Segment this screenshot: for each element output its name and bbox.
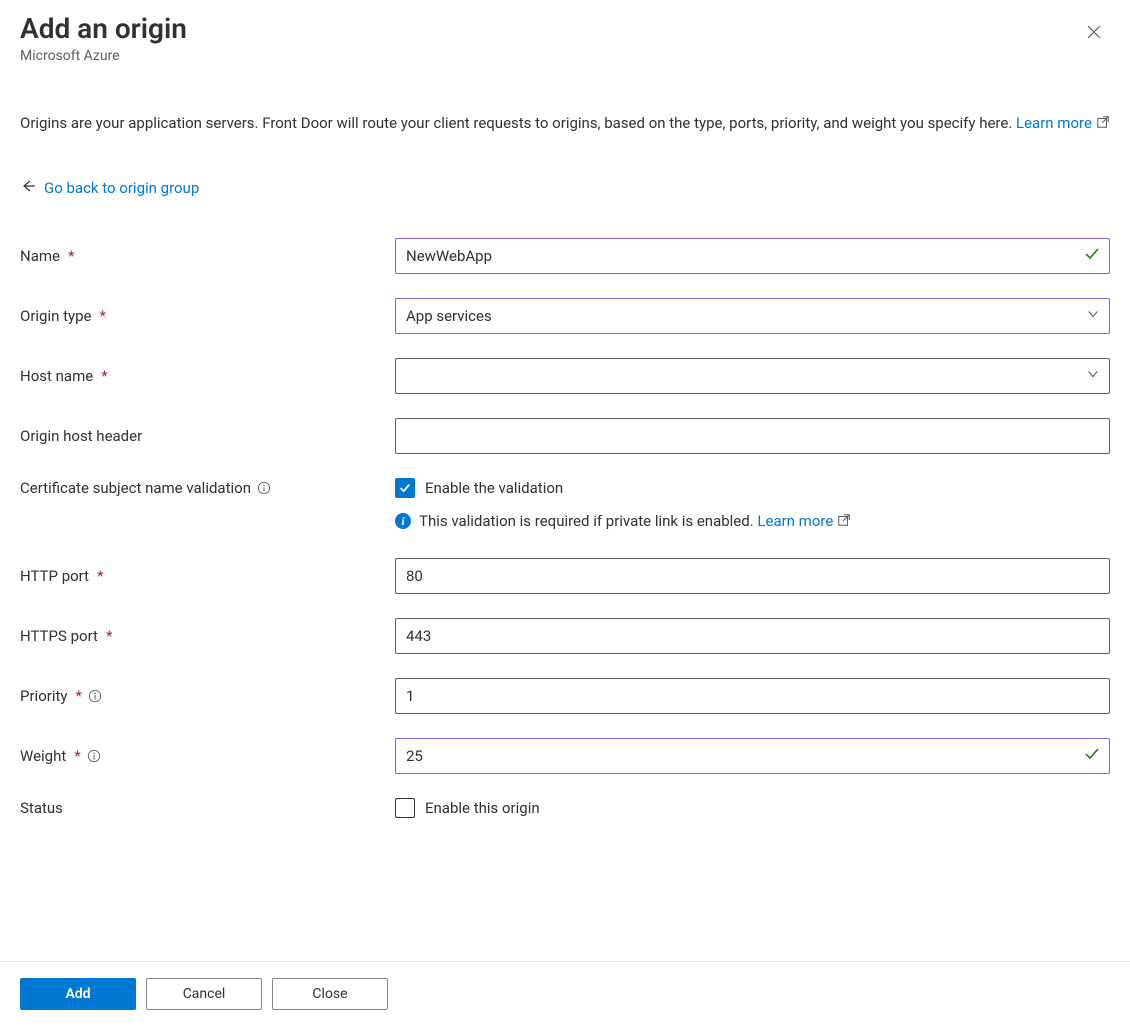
panel-footer: Add Cancel Close bbox=[0, 961, 1130, 1026]
close-icon bbox=[1086, 24, 1102, 40]
required-indicator: * bbox=[97, 567, 103, 585]
label-name: Name bbox=[20, 247, 60, 265]
row-name: Name * bbox=[20, 238, 1110, 274]
https-port-input[interactable] bbox=[395, 618, 1110, 654]
label-http-port: HTTP port bbox=[20, 567, 89, 585]
external-link-icon bbox=[1096, 113, 1110, 127]
label-priority: Priority bbox=[20, 687, 67, 705]
label-weight: Weight bbox=[20, 747, 66, 765]
http-port-input[interactable] bbox=[395, 558, 1110, 594]
weight-input[interactable] bbox=[395, 738, 1110, 774]
origin-form: Name* Origin type* Host na bbox=[20, 238, 1110, 818]
origin-host-header-input[interactable] bbox=[395, 418, 1110, 454]
panel-subtitle: Microsoft Azure bbox=[20, 48, 187, 64]
cert-validation-checkbox-label: Enable the validation bbox=[425, 479, 563, 497]
row-origin-type: Origin type * bbox=[20, 298, 1110, 334]
status-checkbox[interactable] bbox=[395, 798, 415, 818]
add-button[interactable]: Add bbox=[20, 978, 136, 1010]
panel-title: Add an origin bbox=[20, 12, 187, 46]
label-origin-host-header: Origin host header bbox=[20, 427, 142, 445]
cert-validation-learn-more-link[interactable]: Learn more bbox=[757, 512, 851, 530]
info-icon[interactable] bbox=[257, 481, 271, 495]
info-icon[interactable] bbox=[87, 749, 101, 763]
panel-description: Origins are your application servers. Fr… bbox=[20, 112, 1110, 135]
required-indicator: * bbox=[101, 367, 107, 385]
label-https-port: HTTPS port bbox=[20, 627, 98, 645]
cert-validation-checkbox[interactable] bbox=[395, 478, 415, 498]
description-learn-more-link[interactable]: Learn more bbox=[1016, 114, 1110, 132]
cert-validation-info: i This validation is required if private… bbox=[395, 512, 1110, 530]
row-host-name: Host name * bbox=[20, 358, 1110, 394]
label-status: Status bbox=[20, 799, 63, 817]
close-panel-button[interactable] bbox=[1078, 16, 1110, 48]
required-indicator: * bbox=[75, 687, 81, 705]
required-indicator: * bbox=[106, 627, 112, 645]
priority-input[interactable] bbox=[395, 678, 1110, 714]
required-indicator: * bbox=[100, 307, 106, 325]
row-http-port: HTTP port * bbox=[20, 558, 1110, 594]
status-checkbox-label: Enable this origin bbox=[425, 799, 540, 817]
check-icon bbox=[1084, 246, 1100, 266]
info-icon[interactable] bbox=[88, 689, 102, 703]
close-button[interactable]: Close bbox=[272, 978, 388, 1010]
external-link-icon bbox=[837, 513, 851, 527]
label-cert-validation: Certificate subject name validation bbox=[20, 479, 251, 497]
row-priority: Priority * bbox=[20, 678, 1110, 714]
label-origin-type: Origin type bbox=[20, 307, 92, 325]
back-link-text[interactable]: Go back to origin group bbox=[44, 179, 199, 197]
cancel-button[interactable]: Cancel bbox=[146, 978, 262, 1010]
row-status: Status Enable this origin bbox=[20, 798, 1110, 818]
host-name-select[interactable] bbox=[395, 358, 1110, 394]
label-host-name: Host name bbox=[20, 367, 93, 385]
back-link[interactable]: Go back to origin group bbox=[20, 178, 1110, 198]
description-text: Origins are your application servers. Fr… bbox=[20, 114, 1016, 132]
required-indicator: * bbox=[68, 247, 74, 265]
check-icon bbox=[1084, 746, 1100, 766]
origin-type-select[interactable] bbox=[395, 298, 1110, 334]
name-input[interactable] bbox=[395, 238, 1110, 274]
row-weight: Weight * bbox=[20, 738, 1110, 774]
arrow-left-icon bbox=[20, 178, 36, 198]
required-indicator: * bbox=[74, 747, 80, 765]
row-cert-validation: Certificate subject name validation Enab… bbox=[20, 478, 1110, 498]
info-badge-icon: i bbox=[395, 513, 411, 529]
row-origin-host-header: Origin host header bbox=[20, 418, 1110, 454]
cert-validation-info-text: This validation is required if private l… bbox=[419, 512, 757, 530]
panel-header: Add an origin Microsoft Azure bbox=[20, 12, 1110, 64]
row-https-port: HTTPS port * bbox=[20, 618, 1110, 654]
